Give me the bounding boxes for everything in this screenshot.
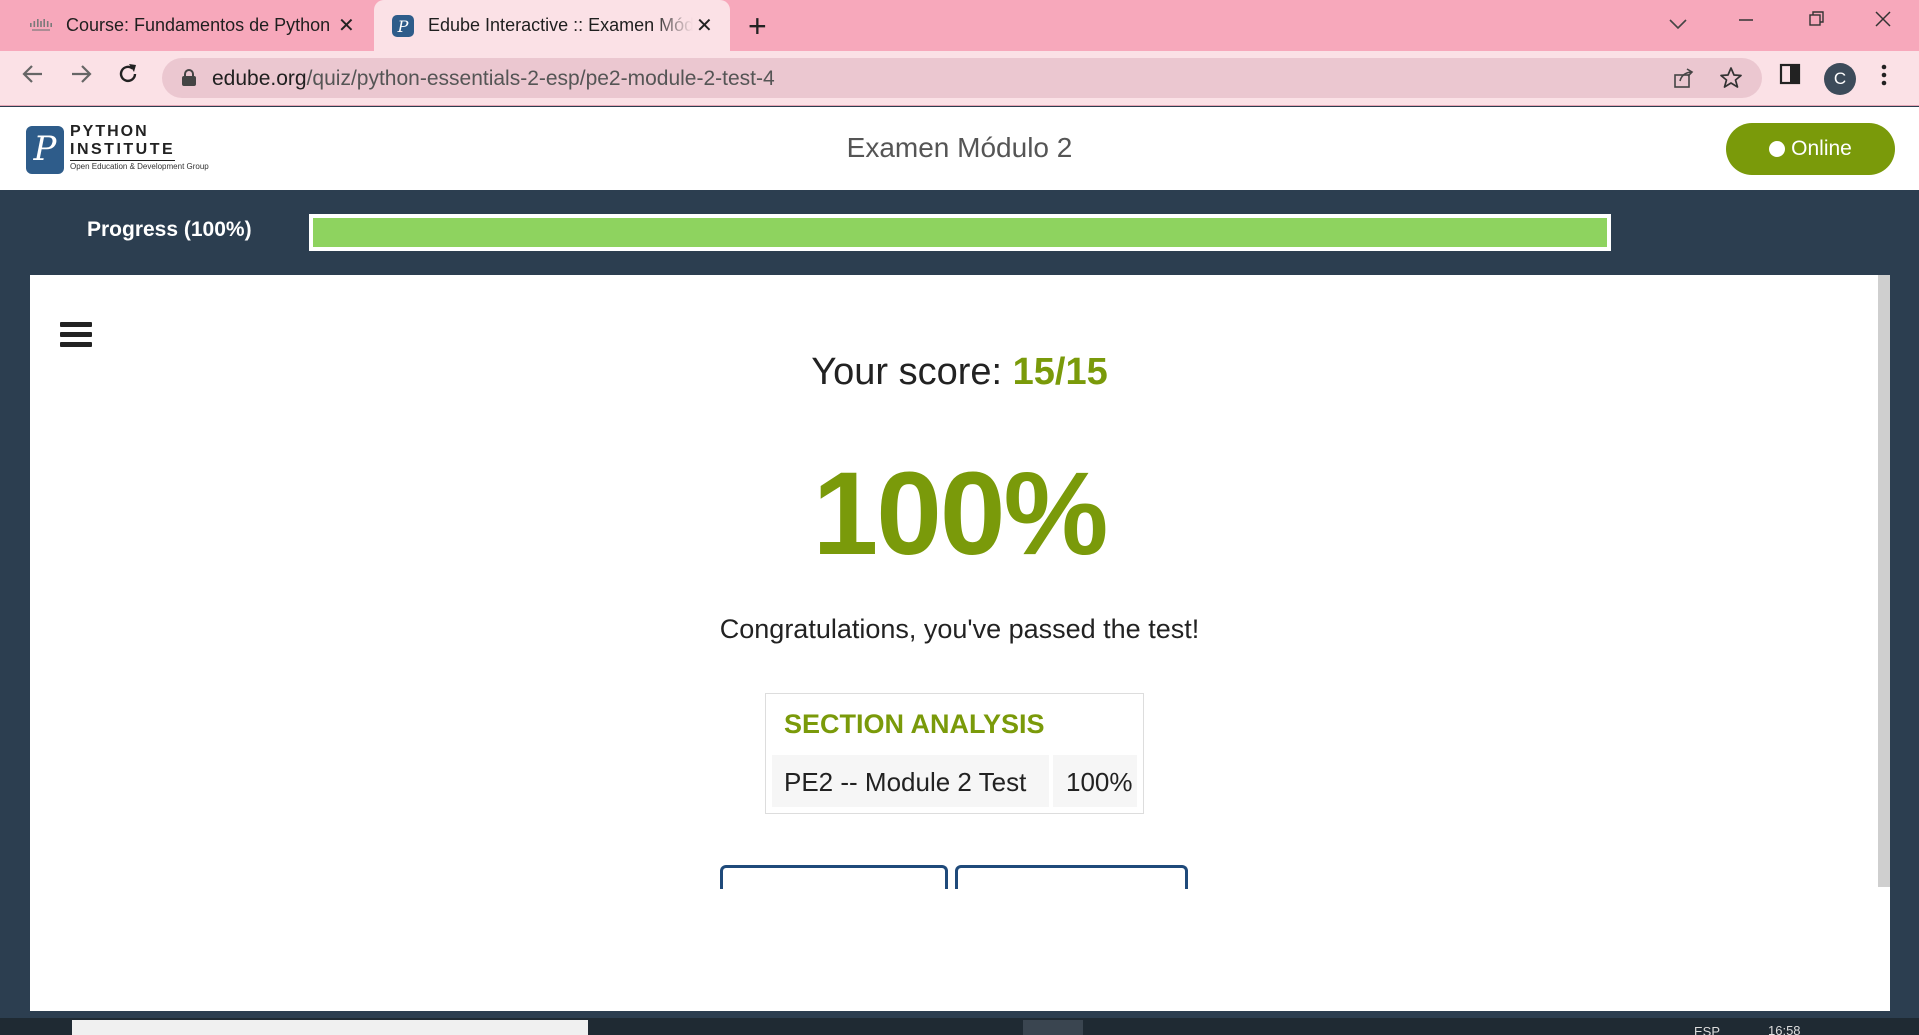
tab-course[interactable]: Course: Fundamentos de Python ✕: [28, 0, 373, 51]
congratulations-message: Congratulations, you've passed the test!: [719, 614, 1200, 644]
score-label: Your score:: [811, 351, 1003, 393]
forward-arrow-icon[interactable]: [68, 61, 94, 94]
lock-icon[interactable]: [182, 69, 196, 86]
tab-title: Course: Fundamentos de Python: [66, 15, 331, 35]
share-icon[interactable]: [1672, 66, 1696, 96]
python-institute-icon: P: [390, 14, 416, 38]
action-button-left[interactable]: [720, 865, 948, 889]
score-line: Your score: 15/15: [0, 351, 1919, 394]
window-close-icon[interactable]: [1874, 8, 1892, 34]
tab-edube[interactable]: P Edube Interactive :: Examen Módulo 2 ✕: [374, 0, 730, 51]
svg-text:P: P: [397, 17, 409, 36]
restore-icon[interactable]: [1808, 8, 1826, 34]
action-button-right[interactable]: [955, 865, 1188, 889]
back-arrow-icon[interactable]: [20, 61, 46, 94]
table-row: PE2 -- Module 2 Test 100%: [772, 755, 1137, 807]
language-indicator[interactable]: ESP: [1694, 1024, 1720, 1035]
taskbar-window-preview[interactable]: [72, 1020, 588, 1035]
page-title: Examen Módulo 2: [846, 132, 1073, 163]
status-dot-icon: [1769, 141, 1786, 157]
close-icon[interactable]: ✕: [338, 13, 355, 38]
cisco-icon: [28, 14, 54, 38]
clock[interactable]: 16:58: [1768, 1023, 1801, 1035]
online-status-button[interactable]: Online: [1726, 123, 1895, 175]
more-menu-icon[interactable]: [1880, 63, 1888, 93]
minimize-icon[interactable]: [1738, 6, 1754, 32]
section-score-cell: 100%: [1066, 767, 1133, 797]
side-panel-icon[interactable]: [1779, 63, 1801, 91]
taskbar-active-app[interactable]: [1023, 1020, 1083, 1035]
browser-toolbar: edube.org/quiz/python-essentials-2-esp/p…: [0, 51, 1919, 106]
address-bar[interactable]: edube.org/quiz/python-essentials-2-esp/p…: [162, 58, 1762, 98]
profile-avatar[interactable]: C: [1824, 63, 1856, 95]
browser-tabstrip: Course: Fundamentos de Python ✕ P Edube …: [0, 0, 1919, 51]
url-text: edube.org/quiz/python-essentials-2-esp/p…: [212, 67, 775, 90]
score-percentage: 100%: [812, 448, 1109, 580]
section-name-cell: PE2 -- Module 2 Test: [784, 767, 1027, 797]
bookmark-star-icon[interactable]: [1719, 66, 1743, 96]
progress-bar: [309, 214, 1611, 251]
hamburger-menu-icon[interactable]: [60, 322, 92, 348]
progress-fill: [313, 218, 1607, 247]
score-value: 15/15: [1012, 351, 1108, 393]
tab-search-icon[interactable]: [1669, 10, 1687, 36]
new-tab-button[interactable]: +: [748, 8, 767, 45]
close-icon[interactable]: ✕: [696, 13, 713, 38]
section-analysis-table: SECTION ANALYSIS PE2 -- Module 2 Test 10…: [765, 693, 1144, 814]
progress-label: Progress (100%): [87, 218, 252, 241]
os-taskbar: ESP 16:58: [0, 1018, 1919, 1035]
tab-title: Edube Interactive :: Examen Módulo 2: [428, 15, 693, 35]
reload-icon[interactable]: [115, 61, 141, 94]
online-status-label: Online: [1791, 137, 1852, 160]
section-analysis-heading: SECTION ANALYSIS: [784, 709, 1045, 739]
site-header: P PYTHON INSTITUTE Open Education & Deve…: [0, 107, 1919, 190]
